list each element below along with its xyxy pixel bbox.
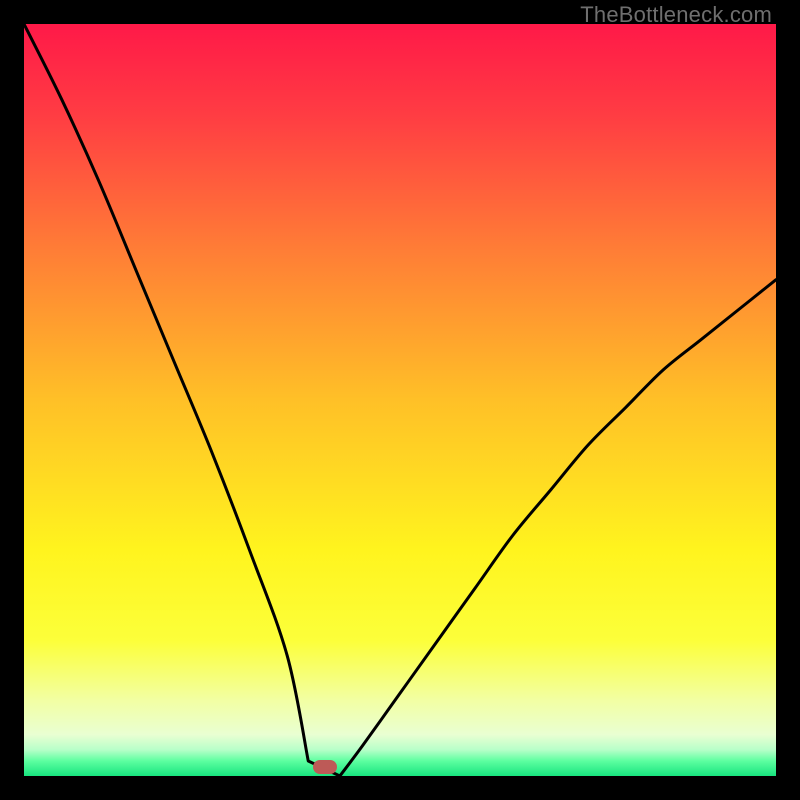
watermark-text: TheBottleneck.com [580, 2, 772, 28]
plot-area [24, 24, 776, 776]
optimal-marker [313, 760, 337, 774]
chart-frame: TheBottleneck.com [0, 0, 800, 800]
bottleneck-curve [24, 24, 776, 776]
